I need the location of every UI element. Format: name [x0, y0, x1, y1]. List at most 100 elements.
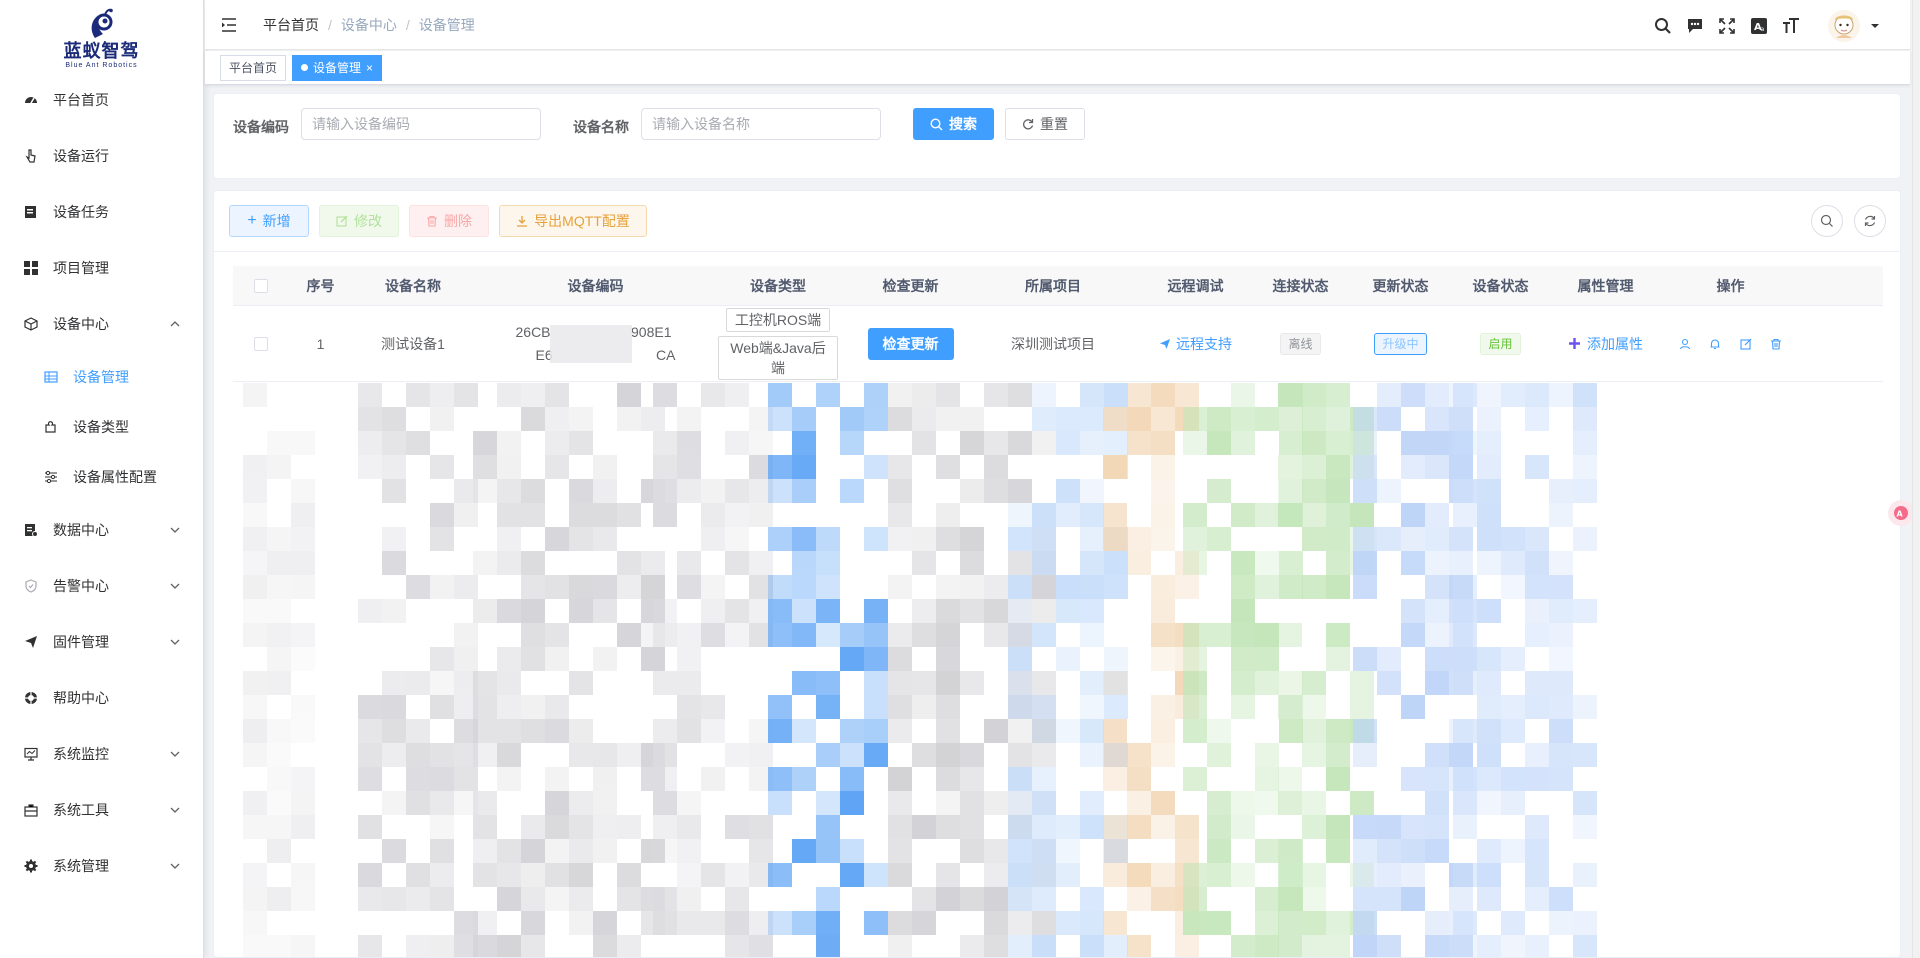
redacted-pixel: [1401, 599, 1425, 623]
redacted-pixel: [1401, 623, 1425, 647]
redacted-pixel: [1080, 623, 1104, 647]
redacted-pixel: [382, 695, 406, 719]
redacted-pixel: [1008, 479, 1032, 503]
delete-button[interactable]: 删除: [409, 205, 489, 237]
redacted-pixel: [473, 743, 497, 767]
sidebar-item-help[interactable]: 帮助中心: [0, 670, 203, 726]
redacted-pixel: [1549, 671, 1573, 695]
edit-icon[interactable]: [1739, 336, 1753, 352]
fullscreen-icon[interactable]: [1718, 17, 1736, 35]
breadcrumb-home[interactable]: 平台首页: [263, 15, 319, 35]
remote-support-link[interactable]: 远程支持: [1159, 334, 1232, 354]
task-icon: [24, 205, 38, 219]
row-update-cell: 升级中: [1333, 332, 1468, 355]
redacted-pixel: [617, 623, 641, 647]
redacted-pixel: [593, 911, 617, 935]
tag-home[interactable]: 平台首页: [220, 54, 287, 81]
redacted-pixel: [864, 407, 888, 431]
sidebar-item-monitor[interactable]: 系统监控: [0, 726, 203, 782]
sidebar-item-device-run[interactable]: 设备运行: [0, 128, 203, 184]
redacted-pixel: [569, 479, 593, 503]
redacted-pixel: [1453, 383, 1477, 407]
refresh-table-button[interactable]: [1854, 205, 1886, 237]
check-update-button[interactable]: 检查更新: [867, 327, 954, 360]
translate-icon[interactable]: Aa: [1750, 17, 1768, 35]
redacted-pixel: [1008, 887, 1032, 911]
redacted-pixel: [768, 695, 792, 719]
page-scrollbar[interactable]: [1912, 0, 1920, 958]
redacted-pixel: [473, 863, 497, 887]
row-checkbox[interactable]: [253, 336, 268, 351]
redacted-pixel: [406, 671, 430, 695]
sidebar-item-tools[interactable]: 系统工具: [0, 782, 203, 838]
user-icon[interactable]: [1678, 336, 1692, 352]
row-device-type-cell: 工控机ROS端 Web端&Java后端: [718, 307, 838, 380]
redacted-pixel: [725, 911, 749, 935]
device-type-tags: 工控机ROS端 Web端&Java后端: [718, 307, 838, 380]
table-row[interactable]: 1 测试设备1 26CB 908E1 E6 CA 工控机ROS端 Web端&Ja…: [233, 306, 1883, 382]
sidebar-item-device-center[interactable]: 设备中心: [0, 296, 203, 352]
redacted-pixel: [1302, 935, 1326, 957]
caret-down-icon[interactable]: [1870, 21, 1880, 31]
redacted-pixel: [725, 431, 749, 455]
redacted-pixel: [1231, 383, 1255, 407]
redacted-pixel: [291, 431, 315, 455]
redaction-mask: [549, 324, 632, 363]
device-name-input[interactable]: [641, 108, 881, 140]
avatar[interactable]: [1828, 10, 1860, 42]
reset-button[interactable]: 重置: [1005, 108, 1085, 140]
redacted-pixel: [382, 479, 406, 503]
sidebar-item-device-manage[interactable]: 设备管理: [0, 352, 203, 402]
edit-button[interactable]: 修改: [319, 205, 399, 237]
message-icon[interactable]: [1686, 17, 1704, 35]
font-size-icon[interactable]: [1782, 17, 1800, 35]
redacted-pixel: [1127, 431, 1151, 455]
select-all-checkbox[interactable]: [253, 278, 268, 293]
hamburger-icon[interactable]: [221, 16, 239, 34]
tag-device-manage[interactable]: 设备管理 ×: [292, 54, 383, 81]
bell-icon[interactable]: [1708, 336, 1722, 352]
sidebar-item-device-type[interactable]: 设备类型: [0, 402, 203, 452]
close-icon[interactable]: ×: [366, 56, 373, 80]
redacted-pixel: [1151, 695, 1175, 719]
redacted-pixel: [677, 791, 701, 815]
sidebar-item-firmware[interactable]: 固件管理: [0, 614, 203, 670]
sidebar-item-data-center[interactable]: 数据中心: [0, 502, 203, 558]
redacted-pixel: [454, 623, 478, 647]
redacted-pixel: [653, 623, 677, 647]
redacted-pixel: [1477, 719, 1501, 743]
redacted-pixel: [382, 887, 406, 911]
sidebar-item-project[interactable]: 项目管理: [0, 240, 203, 296]
sidebar-item-device-attr-config[interactable]: 设备属性配置: [0, 452, 203, 502]
redacted-pixel: [1326, 575, 1350, 599]
redacted-pixel: [1353, 719, 1377, 743]
add-button[interactable]: + 新增: [229, 205, 309, 237]
trash-icon[interactable]: [1769, 336, 1783, 352]
redacted-pixel: [768, 623, 792, 647]
sidebar-item-home[interactable]: 平台首页: [0, 72, 203, 128]
redacted-pixel: [1183, 647, 1207, 671]
search-icon[interactable]: [1654, 17, 1672, 35]
redacted-pixel: [1353, 551, 1377, 575]
sidebar-item-system[interactable]: 系统管理: [0, 838, 203, 894]
redacted-pixel: [1207, 743, 1231, 767]
redacted-pixel: [888, 671, 912, 695]
redacted-pixel: [888, 479, 912, 503]
sidebar-item-device-task[interactable]: 设备任务: [0, 184, 203, 240]
redacted-pixel: [1183, 623, 1207, 647]
redacted-pixel: [768, 719, 792, 743]
redacted-pixel: [1103, 503, 1127, 527]
translate-widget[interactable]: A: [1888, 500, 1914, 526]
redacted-pixel: [1056, 503, 1080, 527]
add-attribute-link[interactable]: 添加属性: [1568, 334, 1643, 354]
redacted-pixel: [960, 791, 984, 815]
toggle-search-button[interactable]: [1811, 205, 1843, 237]
redacted-pixel: [617, 503, 641, 527]
redacted-pixel: [677, 887, 701, 911]
translate-icon: A: [1894, 506, 1908, 520]
sidebar-item-alarm-center[interactable]: 告警中心: [0, 558, 203, 614]
export-mqtt-button[interactable]: 导出MQTT配置: [499, 205, 647, 237]
search-button[interactable]: 搜索: [913, 108, 994, 140]
device-code-input[interactable]: [301, 108, 541, 140]
redacted-pixel: [569, 791, 593, 815]
